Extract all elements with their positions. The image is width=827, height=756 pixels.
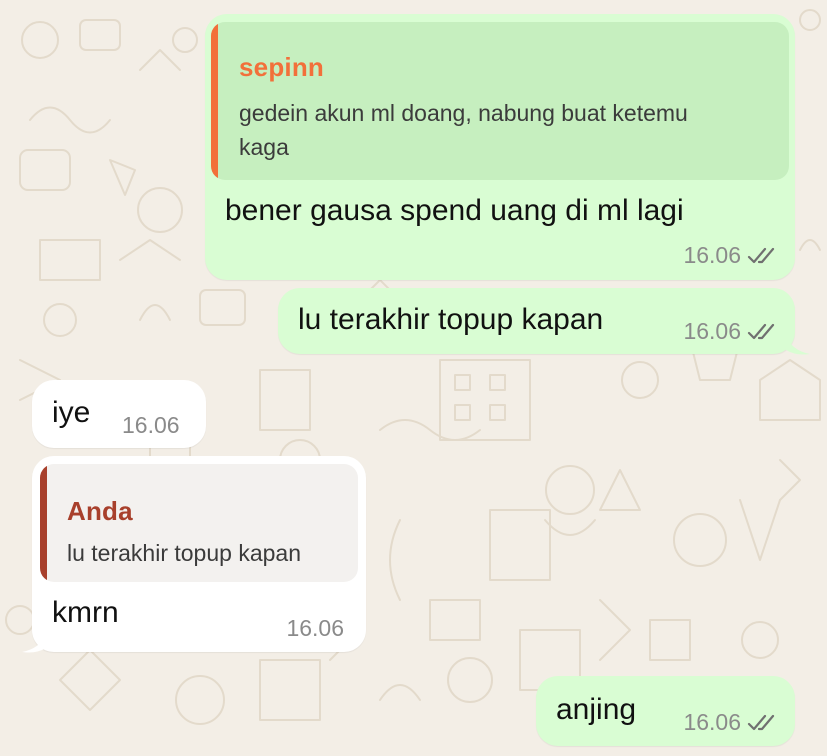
message-meta: 16.06: [683, 318, 777, 345]
message-time: 16.06: [683, 318, 741, 344]
reply-quote[interactable]: sepinn gedein akun ml doang, nabung buat…: [211, 22, 789, 180]
message-text: kmrn: [52, 596, 119, 629]
outgoing-message-bubble[interactable]: anjing 16.06: [536, 676, 795, 746]
double-check-icon: [747, 247, 777, 265]
message-meta: 16.06: [683, 242, 777, 269]
double-check-icon: [747, 323, 777, 341]
bubble-tail: [786, 334, 810, 355]
message-meta: 16.06: [286, 615, 344, 642]
incoming-message-bubble[interactable]: Anda lu terakhir topup kapan kmrn 16.06: [32, 456, 366, 652]
bubble-tail: [22, 632, 46, 653]
message-meta: 16.06: [683, 709, 777, 736]
message-time: 16.06: [286, 615, 344, 641]
message-text: bener gausa spend uang di ml lagi: [225, 194, 684, 227]
reply-text-line: lu terakhir topup kapan: [67, 540, 301, 566]
reply-quote[interactable]: Anda lu terakhir topup kapan: [40, 464, 358, 582]
outgoing-message-bubble[interactable]: sepinn gedein akun ml doang, nabung buat…: [205, 14, 795, 280]
incoming-message-bubble[interactable]: iye 16.06: [32, 380, 206, 448]
outgoing-message-bubble[interactable]: lu terakhir topup kapan 16.06: [278, 288, 795, 354]
reply-quote-bar: [211, 22, 218, 180]
message-text: lu terakhir topup kapan: [298, 303, 604, 336]
message-time: 16.06: [683, 242, 741, 268]
reply-quote-bar: [40, 464, 47, 582]
reply-text-line: gedein akun ml doang, nabung buat ketemu: [239, 100, 688, 126]
message-time: 16.06: [683, 709, 741, 735]
message-text: anjing: [556, 693, 637, 726]
reply-author: Anda: [67, 496, 133, 526]
message-text: iye: [52, 396, 91, 429]
double-check-icon: [747, 714, 777, 732]
reply-text-line: kaga: [239, 134, 289, 160]
message-meta: 16.06: [122, 412, 180, 439]
message-time: 16.06: [122, 412, 180, 438]
reply-author: sepinn: [239, 52, 324, 82]
